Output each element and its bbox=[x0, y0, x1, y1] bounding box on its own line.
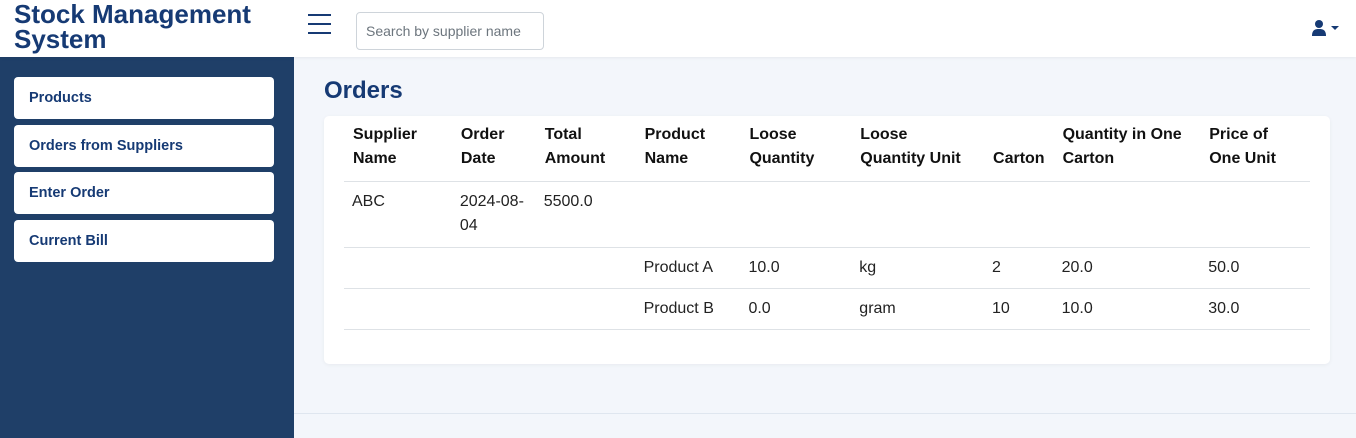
column-header: Product Name bbox=[635, 116, 741, 182]
product-cell: Product A bbox=[635, 247, 741, 289]
loose-qty-cell: 10.0 bbox=[740, 247, 852, 289]
orders-table: Supplier Name Order Date Total Amount Pr… bbox=[344, 116, 1310, 330]
column-header: Loose Quantity bbox=[740, 116, 852, 182]
sidebar-item-current-bill[interactable]: Current Bill bbox=[14, 220, 274, 262]
search-input[interactable] bbox=[356, 12, 544, 50]
supplier-cell: ABC bbox=[344, 181, 452, 248]
top-navbar: Stock Management System bbox=[0, 0, 1356, 57]
chevron-down-icon bbox=[1331, 26, 1339, 30]
column-header: Order Date bbox=[451, 116, 536, 182]
table-row: Product B 0.0 gram 10 10.0 30.0 bbox=[344, 288, 1310, 330]
column-header: Price of One Unit bbox=[1200, 116, 1310, 182]
carton-cell: 10 bbox=[984, 288, 1054, 330]
total-cell: 5500.0 bbox=[535, 181, 636, 248]
orders-card: Supplier Name Order Date Total Amount Pr… bbox=[324, 116, 1330, 364]
qty-per-carton-cell: 20.0 bbox=[1053, 247, 1201, 289]
column-header: Loose Quantity Unit bbox=[851, 116, 985, 182]
sidebar-item-orders-from-suppliers[interactable]: Orders from Suppliers bbox=[14, 125, 274, 167]
qty-per-carton-cell: 10.0 bbox=[1053, 288, 1201, 330]
table-row: ABC 2024-08-04 5500.0 bbox=[344, 181, 1310, 248]
user-menu-dropdown[interactable] bbox=[1312, 17, 1346, 39]
footer-divider bbox=[294, 413, 1356, 414]
column-header: Supplier Name bbox=[344, 116, 452, 182]
table-row: Product A 10.0 kg 2 20.0 50.0 bbox=[344, 247, 1310, 289]
price-cell: 30.0 bbox=[1200, 288, 1310, 330]
unit-cell: gram bbox=[851, 288, 985, 330]
sidebar: Products Orders from Suppliers Enter Ord… bbox=[0, 57, 294, 438]
column-header: Carton bbox=[984, 116, 1054, 182]
date-cell: 2024-08-04 bbox=[451, 181, 536, 248]
page-title: Orders bbox=[324, 77, 403, 104]
column-header: Total Amount bbox=[535, 116, 636, 182]
sidebar-item-enter-order[interactable]: Enter Order bbox=[14, 172, 274, 214]
menu-toggle-icon[interactable] bbox=[308, 14, 332, 36]
carton-cell: 2 bbox=[984, 247, 1054, 289]
table-header-row: Supplier Name Order Date Total Amount Pr… bbox=[344, 116, 1310, 182]
price-cell: 50.0 bbox=[1200, 247, 1310, 289]
loose-qty-cell: 0.0 bbox=[740, 288, 852, 330]
sidebar-item-products[interactable]: Products bbox=[14, 77, 274, 119]
unit-cell: kg bbox=[851, 247, 985, 289]
user-icon bbox=[1312, 20, 1326, 36]
app-title: Stock Management System bbox=[14, 0, 251, 54]
product-cell: Product B bbox=[635, 288, 741, 330]
column-header: Quantity in One Carton bbox=[1053, 116, 1201, 182]
